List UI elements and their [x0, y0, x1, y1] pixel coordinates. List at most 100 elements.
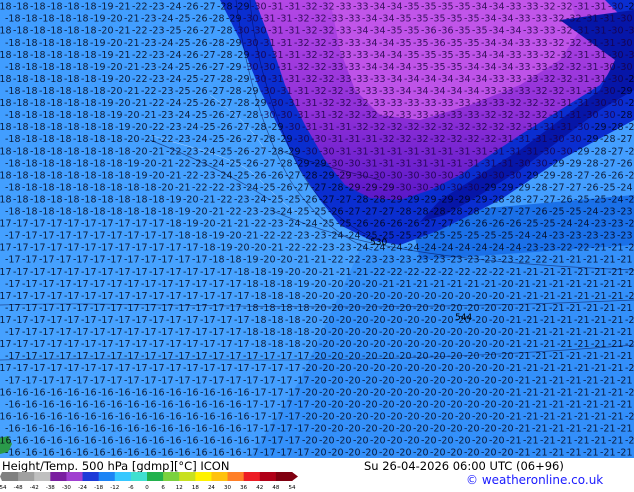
temperature-label: -20 [447, 375, 463, 386]
temperature-label: -21 [600, 423, 616, 434]
temperature-label: -17 [13, 339, 29, 350]
temperature-label: -32 [557, 74, 573, 85]
temperature-label: -20 [362, 351, 378, 362]
temperature-label: -17 [22, 255, 38, 266]
temperature-label: -17 [98, 363, 114, 374]
temperature-label: -20 [226, 231, 242, 242]
temperature-label: -32 [311, 14, 327, 25]
temperature-label: -27 [481, 207, 497, 218]
temperature-label: -18 [5, 86, 21, 97]
temperature-label: -16 [0, 436, 12, 447]
temperature-label: -21 [557, 363, 573, 374]
temperature-label: -29 [591, 122, 607, 133]
temperature-label: -21 [625, 363, 634, 374]
temperature-label: -31 [285, 50, 301, 61]
temperature-label: -30 [489, 170, 505, 181]
temperature-label: -21 [625, 291, 634, 302]
temperature-label: -17 [5, 279, 21, 290]
copyright-link[interactable]: © weatheronline.co.uk [466, 473, 603, 487]
temperature-label: -34 [362, 14, 378, 25]
temperature-label: -20 [489, 363, 505, 374]
temperature-label: -17 [115, 291, 131, 302]
temperature-label: -16 [39, 423, 55, 434]
temperature-label: -20 [438, 436, 454, 447]
temperature-label: -18 [39, 62, 55, 73]
temperature-label: -29 [421, 194, 437, 205]
temperature-label: -20 [353, 315, 369, 326]
temperature-label: -35 [447, 62, 463, 73]
temperature-label: -25 [175, 38, 191, 49]
temperature-label: -17 [39, 375, 55, 386]
temperature-label: -30 [387, 170, 403, 181]
temperature-label: -25 [464, 231, 480, 242]
temperature-label: -17 [56, 255, 72, 266]
temperature-label: -16 [200, 411, 216, 422]
temperature-label: -20 [489, 339, 505, 350]
temperature-label: -19 [217, 243, 233, 254]
temperature-label: -18 [64, 146, 80, 157]
temperature-label: -21 [583, 375, 599, 386]
temperature-label: -17 [183, 291, 199, 302]
temperature-label: -20 [370, 363, 386, 374]
temperature-label: -29 [336, 170, 352, 181]
temperature-label: -21 [608, 363, 624, 374]
temperature-label: -31 [549, 110, 565, 121]
temperature-label: -33 [353, 50, 369, 61]
temperature-label: -23 [141, 62, 157, 73]
temperature-label: -25 [166, 26, 182, 37]
temperature-label: -26 [404, 219, 420, 230]
temperature-label: -18 [0, 170, 12, 181]
temperature-label: -20 [379, 448, 395, 458]
temperature-label: -16 [90, 448, 106, 458]
height-label-544: 544 [455, 313, 472, 323]
temperature-label: -17 [141, 303, 157, 314]
map-title: Height/Temp. 500 hPa [gdmp][°C] ICON [2, 459, 230, 473]
temperature-label: -31 [277, 86, 293, 97]
temperature-label: -31 [302, 122, 318, 133]
temperature-label: -21 [625, 339, 634, 350]
temperature-label: -16 [0, 411, 12, 422]
temperature-label: -18 [30, 194, 46, 205]
temperature-label: -17 [124, 303, 140, 314]
temperature-label: -20 [481, 423, 497, 434]
temperature-label: -20 [311, 351, 327, 362]
temperature-label: -30 [285, 122, 301, 133]
temperature-label: -20 [328, 448, 344, 458]
temperature-label: -21 [540, 363, 556, 374]
temperature-label: -17 [175, 351, 191, 362]
temperature-label: -17 [217, 339, 233, 350]
temperature-label: -17 [217, 267, 233, 278]
temperature-label: -17 [0, 339, 12, 350]
colorbar-tick-label: -18 [94, 485, 103, 491]
temperature-label: -18 [5, 158, 21, 169]
temperature-label: -22 [370, 267, 386, 278]
temperature-label: -22 [532, 255, 548, 266]
temperature-label: -20 [481, 351, 497, 362]
temperature-label: -23 [311, 231, 327, 242]
temperature-label: -22 [404, 267, 420, 278]
temperature-label: -17 [268, 363, 284, 374]
temperature-label: -25 [217, 146, 233, 157]
temperature-label: -23 [617, 231, 633, 242]
temperature-label: -32 [557, 26, 573, 37]
temperature-label: -18 [175, 231, 191, 242]
temperature-label: -31 [574, 50, 590, 61]
temperature-label: -30 [583, 110, 599, 121]
temperature-label: -21 [506, 267, 522, 278]
temperature-label: -18 [73, 110, 89, 121]
temperature-label: -17 [141, 327, 157, 338]
temperature-label: -17 [285, 363, 301, 374]
temperature-label: -17 [81, 243, 97, 254]
temperature-label: -20 [319, 315, 335, 326]
temperature-label: -17 [226, 351, 242, 362]
temperature-label: -34 [481, 14, 497, 25]
temperature-label: -28 [583, 158, 599, 169]
temperature-label: -20 [430, 303, 446, 314]
temperature-label: -20 [345, 351, 361, 362]
temperature-label: -33 [345, 14, 361, 25]
colorbar-swatch [163, 472, 180, 481]
temperature-label: -18 [64, 74, 80, 85]
temperature-label: -20 [413, 423, 429, 434]
temperature-label: -23 [234, 194, 250, 205]
temperature-label: -31 [506, 146, 522, 157]
